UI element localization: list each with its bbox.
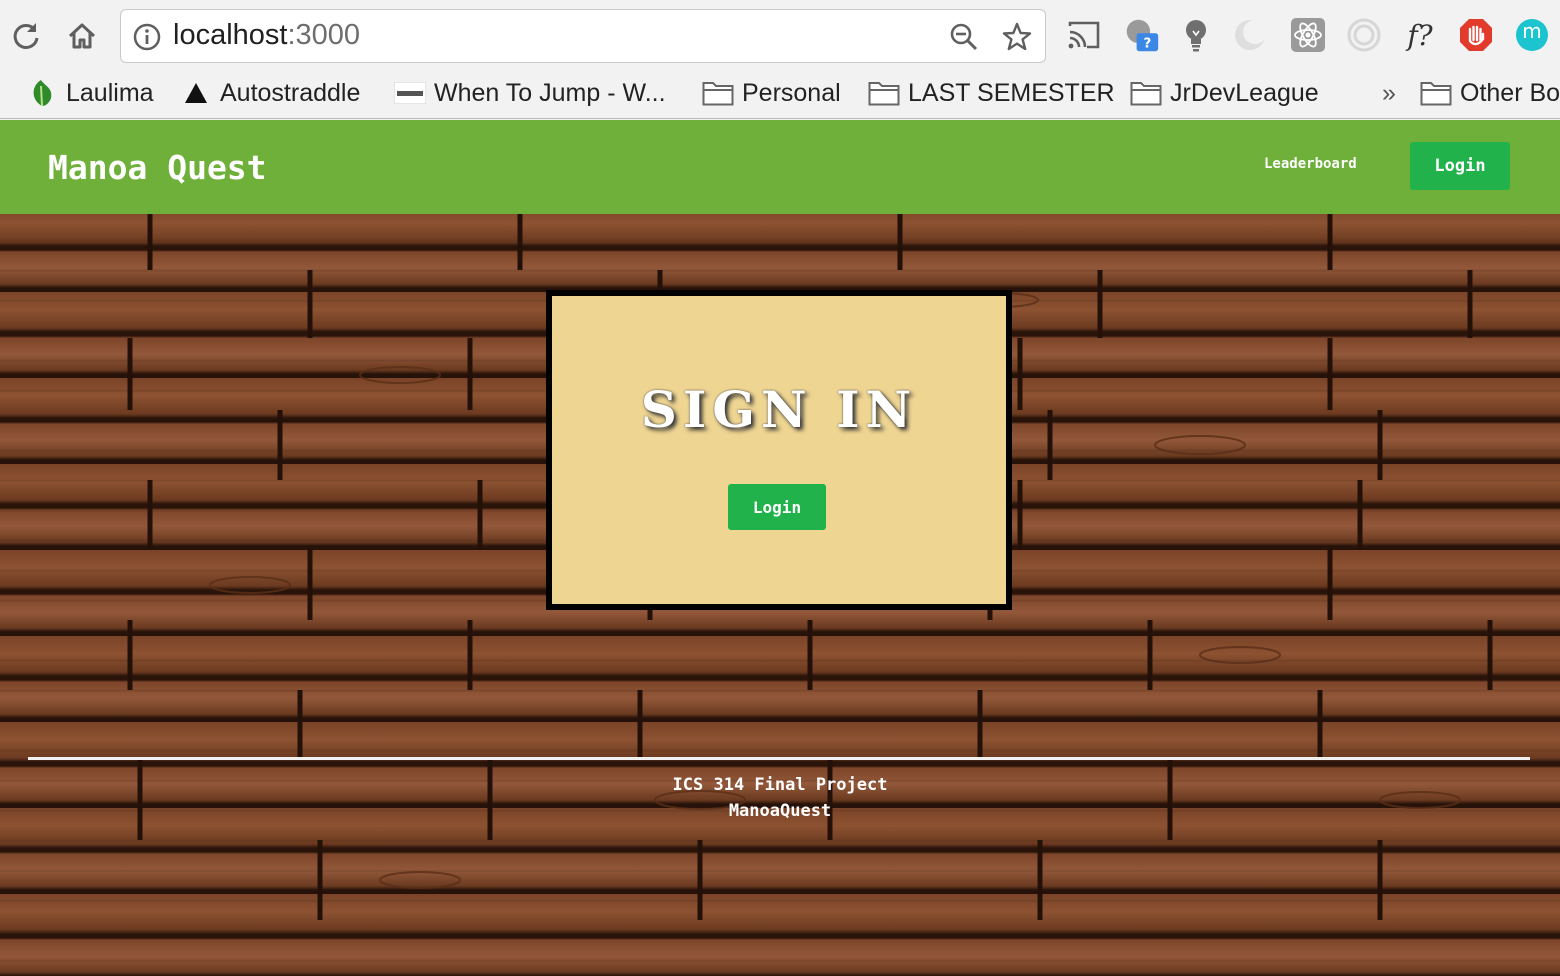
home-icon[interactable]: [62, 16, 102, 56]
bookmark-label: When To Jump - W...: [434, 78, 666, 107]
folder-icon: [702, 79, 734, 107]
user-avatar-icon[interactable]: m: [1514, 17, 1550, 53]
lightbulb-icon[interactable]: [1178, 17, 1214, 53]
footer-project-title: ICS 314 Final Project: [672, 775, 888, 795]
url-text[interactable]: localhost:3000: [173, 19, 360, 52]
sign-in-card: SIGN IN Login: [546, 290, 1012, 610]
reload-icon[interactable]: [6, 16, 46, 56]
jump-logo-icon: [394, 79, 426, 107]
avatar-letter: m: [1522, 19, 1542, 43]
browser-toolbar: localhost:3000 ? f? m: [0, 0, 1560, 70]
folder-icon: [1420, 79, 1452, 107]
url-port: :3000: [287, 19, 361, 51]
cast-icon[interactable]: [1066, 17, 1102, 53]
leaderboard-link[interactable]: Leaderboard: [1264, 156, 1357, 172]
sign-in-title: SIGN IN: [640, 380, 918, 439]
navbar-login-button[interactable]: Login: [1410, 142, 1510, 190]
bookmark-folder-personal[interactable]: Personal: [702, 76, 841, 110]
card-login-button[interactable]: Login: [728, 484, 826, 530]
url-host: localhost: [173, 19, 288, 51]
bookmark-label: Personal: [742, 78, 841, 107]
font-identify-icon[interactable]: f?: [1402, 17, 1438, 53]
leaf-icon: [26, 79, 58, 107]
bookmark-folder-jrdevleague[interactable]: JrDevLeague: [1130, 76, 1319, 110]
footer-project-name: ManoaQuest: [728, 801, 832, 821]
site-info-icon[interactable]: [133, 23, 161, 55]
bookmark-label: JrDevLeague: [1170, 78, 1319, 107]
page-viewport: Manoa Quest Leaderboard Login SIGN IN Lo…: [0, 120, 1560, 976]
bookmarks-overflow-chevron[interactable]: »: [1382, 76, 1396, 110]
help-extension-icon[interactable]: ?: [1124, 17, 1160, 53]
circle-target-icon[interactable]: [1346, 17, 1382, 53]
bookmark-label: Other Bo: [1460, 78, 1560, 107]
bookmark-autostraddle[interactable]: Autostraddle: [180, 76, 360, 110]
bookmark-when-to-jump[interactable]: When To Jump - W...: [394, 76, 666, 110]
folder-icon: [868, 79, 900, 107]
bookmark-folder-last-semester[interactable]: LAST SEMESTER: [868, 76, 1115, 110]
stop-hand-icon[interactable]: [1458, 17, 1494, 53]
top-navbar: Manoa Quest Leaderboard Login: [0, 120, 1560, 214]
crescent-icon[interactable]: [1232, 17, 1268, 53]
bookmark-label: LAST SEMESTER: [908, 78, 1115, 107]
address-bar[interactable]: localhost:3000: [120, 9, 1046, 63]
react-icon[interactable]: [1290, 17, 1326, 53]
bookmark-label: Laulima: [66, 78, 154, 107]
folder-icon: [1130, 79, 1162, 107]
bookmark-label: Autostraddle: [220, 78, 361, 107]
bookmark-laulima[interactable]: Laulima: [26, 76, 154, 110]
bookmarks-bar: Laulima Autostraddle When To Jump - W...…: [0, 70, 1560, 119]
bookmark-folder-other[interactable]: Other Bo: [1420, 76, 1560, 110]
zoom-icon[interactable]: [949, 22, 979, 56]
bookmark-star-icon[interactable]: [1001, 21, 1033, 57]
footer-divider: [28, 757, 1530, 760]
brand-logo[interactable]: Manoa Quest: [48, 148, 267, 187]
svg-text:?: ?: [1143, 36, 1151, 52]
triangle-icon: [180, 79, 212, 107]
